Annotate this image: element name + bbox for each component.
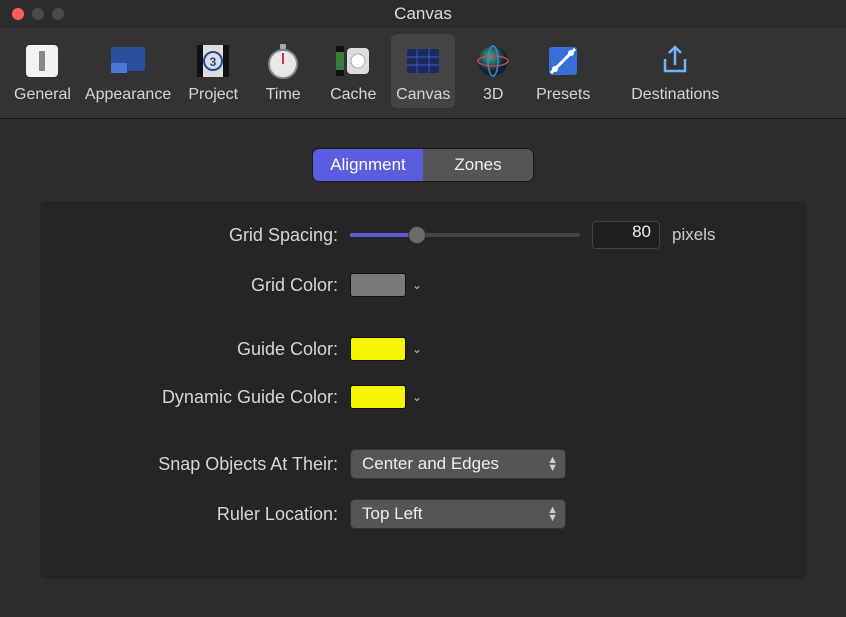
window-controls bbox=[0, 8, 64, 20]
tab-destinations[interactable]: Destinations bbox=[627, 34, 723, 108]
tab-appearance[interactable]: Appearance bbox=[81, 34, 175, 108]
stopwatch-icon bbox=[260, 38, 306, 84]
alignment-panel: Grid Spacing: 80 pixels Grid Color: ⌄ bbox=[40, 201, 806, 579]
ruler-location-label: Ruler Location: bbox=[70, 504, 350, 525]
tab-general[interactable]: General bbox=[10, 34, 75, 108]
share-icon bbox=[652, 38, 698, 84]
tab-project[interactable]: 3 Project bbox=[181, 34, 245, 108]
switch-icon bbox=[19, 38, 65, 84]
sphere-3d-icon bbox=[470, 38, 516, 84]
presets-icon bbox=[540, 38, 586, 84]
grid-spacing-slider[interactable] bbox=[350, 226, 580, 244]
popup-arrows-icon: ▲▼ bbox=[547, 506, 558, 522]
zoom-window-button[interactable] bbox=[52, 8, 64, 20]
guide-color-well[interactable]: ⌄ bbox=[350, 337, 422, 361]
chevron-down-icon: ⌄ bbox=[412, 278, 422, 292]
tab-time[interactable]: Time bbox=[251, 34, 315, 108]
window-title: Canvas bbox=[0, 4, 846, 24]
chevron-down-icon: ⌄ bbox=[412, 390, 422, 404]
chevron-down-icon: ⌄ bbox=[412, 342, 422, 356]
minimize-window-button[interactable] bbox=[32, 8, 44, 20]
canvas-preferences-content: Alignment Zones Grid Spacing: 80 pixels … bbox=[0, 119, 846, 609]
subtab-zones[interactable]: Zones bbox=[423, 149, 533, 181]
canvas-subtab-segmented: Alignment Zones bbox=[313, 149, 533, 181]
canvas-grid-icon bbox=[400, 38, 446, 84]
display-icon bbox=[105, 38, 151, 84]
grid-spacing-unit: pixels bbox=[672, 225, 715, 245]
tab-canvas[interactable]: Canvas bbox=[391, 34, 455, 108]
snap-objects-popup[interactable]: Center and Edges ▲▼ bbox=[350, 449, 566, 479]
tab-cache[interactable]: Cache bbox=[321, 34, 385, 108]
tab-3d[interactable]: 3D bbox=[461, 34, 525, 108]
grid-spacing-field[interactable]: 80 bbox=[592, 221, 660, 249]
dynamic-guide-color-well[interactable]: ⌄ bbox=[350, 385, 422, 409]
guide-color-label: Guide Color: bbox=[70, 339, 350, 360]
cache-icon bbox=[330, 38, 376, 84]
svg-text:3: 3 bbox=[210, 55, 217, 69]
snap-objects-label: Snap Objects At Their: bbox=[70, 454, 350, 475]
titlebar: Canvas bbox=[0, 0, 846, 28]
close-window-button[interactable] bbox=[12, 8, 24, 20]
film-countdown-icon: 3 bbox=[190, 38, 236, 84]
popup-arrows-icon: ▲▼ bbox=[547, 456, 558, 472]
grid-color-well[interactable]: ⌄ bbox=[350, 273, 422, 297]
subtab-alignment[interactable]: Alignment bbox=[313, 149, 423, 181]
dynamic-guide-color-label: Dynamic Guide Color: bbox=[70, 387, 350, 408]
grid-spacing-label: Grid Spacing: bbox=[70, 225, 350, 246]
tab-presets[interactable]: Presets bbox=[531, 34, 595, 108]
grid-color-label: Grid Color: bbox=[70, 275, 350, 296]
preferences-toolbar: General Appearance 3 Project Time Cache … bbox=[0, 28, 846, 119]
ruler-location-popup[interactable]: Top Left ▲▼ bbox=[350, 499, 566, 529]
